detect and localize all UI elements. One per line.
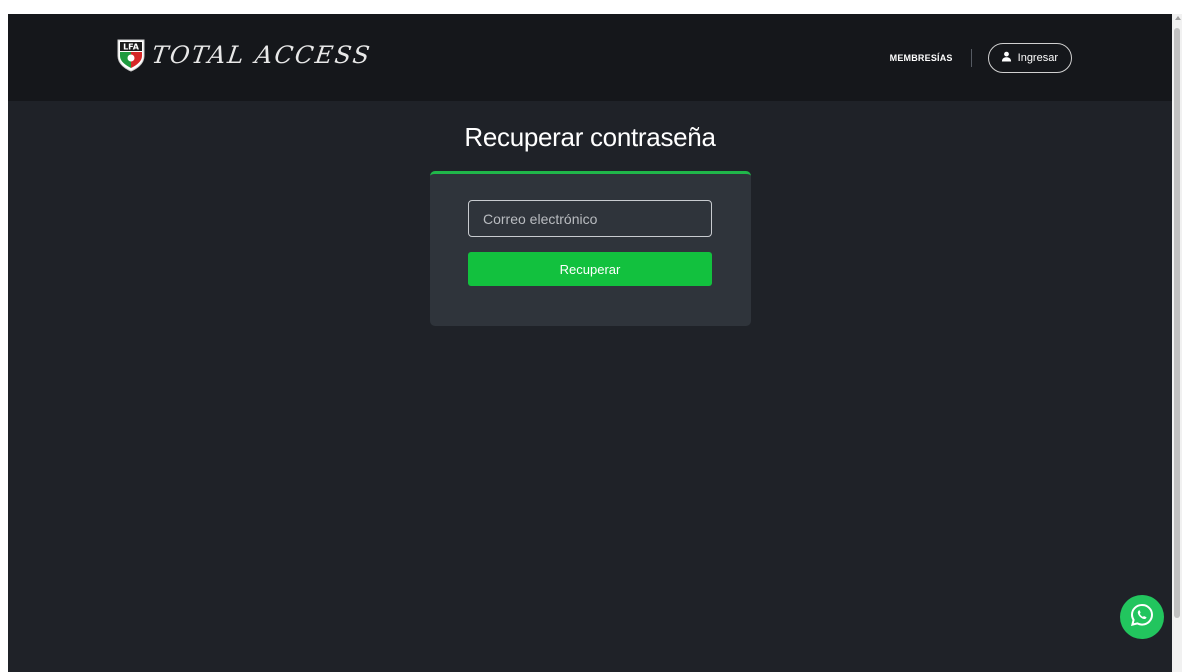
scroll-up-arrow-icon[interactable] [1175,16,1181,20]
svg-text:LFA: LFA [123,43,140,52]
whatsapp-chat-button[interactable] [1120,595,1164,639]
user-icon [1001,51,1012,65]
page-viewport: LFA TOTAL ACCESS MEMBRESÍAS Ingresar Rec… [8,14,1172,672]
recover-button[interactable]: Recuperar [468,252,712,286]
brand-text: TOTAL ACCESS [150,41,374,69]
brand-logo-link[interactable]: LFA TOTAL ACCESS [116,38,374,72]
login-button[interactable]: Ingresar [987,43,1072,73]
lfa-shield-icon: LFA [116,38,146,72]
page-title: Recuperar contraseña [464,122,716,152]
email-input[interactable] [468,200,712,237]
page-scrollbar[interactable] [1172,14,1182,672]
navbar: LFA TOTAL ACCESS MEMBRESÍAS Ingresar [8,14,1172,101]
nav-divider [970,49,972,67]
login-button-label: Ingresar [1017,52,1058,64]
recover-password-card: Recuperar [430,171,751,326]
nav-right: MEMBRESÍAS Ingresar [890,41,1072,75]
whatsapp-icon [1129,602,1155,633]
scrollbar-thumb[interactable] [1174,28,1180,618]
nav-link-memberships[interactable]: MEMBRESÍAS [890,53,953,63]
